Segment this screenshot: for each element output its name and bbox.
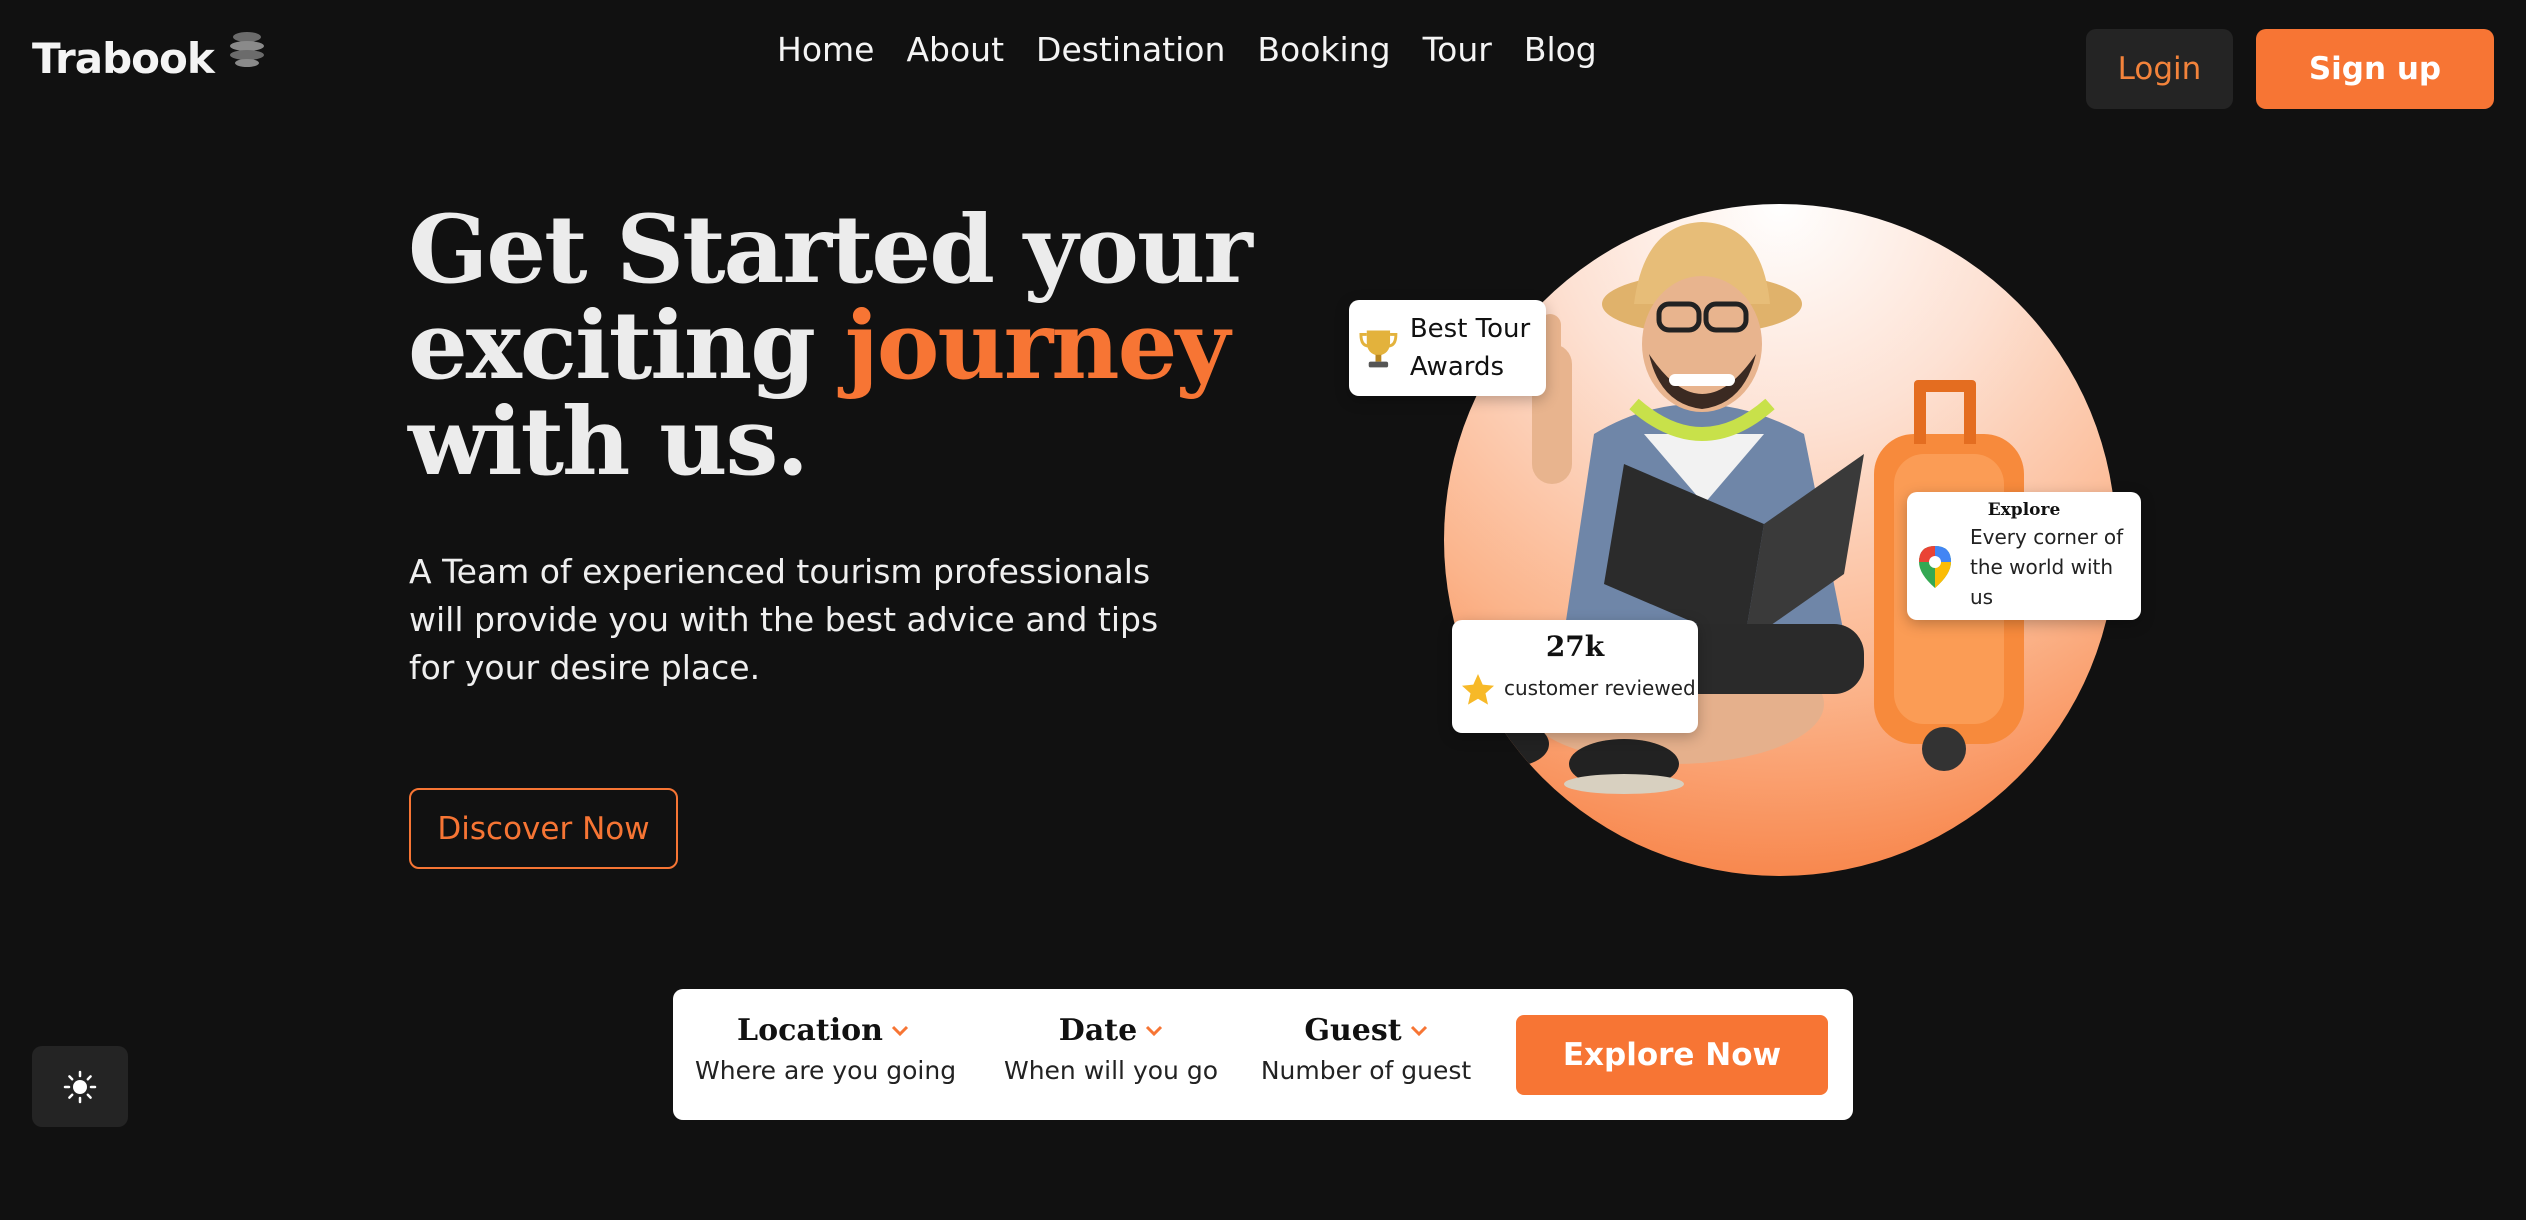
guest-hint: Number of guest <box>1260 1056 1472 1085</box>
hero-title: Get Started your exciting journey with us. <box>408 202 1308 490</box>
hero-title-line2: exciting <box>408 291 845 401</box>
explore-description: Every corner of the world with us <box>1970 525 2124 609</box>
star-icon <box>1462 674 1494 705</box>
location-hint: Where are you going <box>695 1056 957 1085</box>
nav-tour[interactable]: Tour <box>1423 30 1492 69</box>
globe-stack-icon <box>229 31 264 67</box>
sun-icon <box>63 1070 97 1103</box>
hero-title-accent: journey <box>844 291 1230 401</box>
brand-logo[interactable]: Trabook <box>32 31 270 83</box>
explore-badge: Explore Every corner of the world with u… <box>1907 492 2141 620</box>
main-nav: Home About Destination Booking Tour Blog <box>777 30 1597 69</box>
nav-booking[interactable]: Booking <box>1257 30 1390 69</box>
theme-toggle-button[interactable] <box>32 1046 128 1127</box>
best-tour-award-badge: Best Tour Awards <box>1349 300 1546 396</box>
nav-about[interactable]: About <box>906 30 1004 69</box>
location-label: Location <box>737 1013 883 1048</box>
login-button[interactable]: Login <box>2086 29 2233 109</box>
location-selector[interactable]: Location Where are you going <box>695 1013 957 1085</box>
nav-destination[interactable]: Destination <box>1036 30 1225 69</box>
reviews-badge: 27k customer reviewed <box>1452 620 1698 733</box>
nav-home[interactable]: Home <box>777 30 874 69</box>
hero-title-line3: with us. <box>408 387 809 497</box>
map-pin-icon <box>1919 546 1951 588</box>
explore-title: Explore <box>1987 500 2061 520</box>
trip-search-bar: Location Where are you going Date When w… <box>673 989 1853 1120</box>
brand-name: Trabook <box>32 34 215 83</box>
award-label: Best Tour Awards <box>1409 314 1531 382</box>
reviews-description: customer reviewed <box>1504 676 1696 700</box>
discover-now-button[interactable]: Discover Now <box>409 788 678 869</box>
date-hint: When will you go <box>1003 1056 1218 1085</box>
hero-description: A Team of experienced tourism profession… <box>409 552 1159 687</box>
guest-label: Guest <box>1304 1013 1402 1048</box>
date-label: Date <box>1058 1013 1138 1048</box>
chevron-down-icon <box>1146 1025 1163 1036</box>
explore-now-button[interactable]: Explore Now <box>1516 1015 1828 1095</box>
chevron-down-icon <box>891 1025 908 1036</box>
hero-title-line1: Get Started your <box>408 195 1253 305</box>
trophy-icon <box>1359 330 1398 368</box>
signup-button[interactable]: Sign up <box>2256 29 2494 109</box>
chevron-down-icon <box>1410 1025 1427 1036</box>
guest-selector[interactable]: Guest Number of guest <box>1251 1013 1481 1085</box>
reviews-count: 27k <box>1545 630 1605 663</box>
nav-blog[interactable]: Blog <box>1524 30 1597 69</box>
date-selector[interactable]: Date When will you go <box>995 1013 1227 1085</box>
